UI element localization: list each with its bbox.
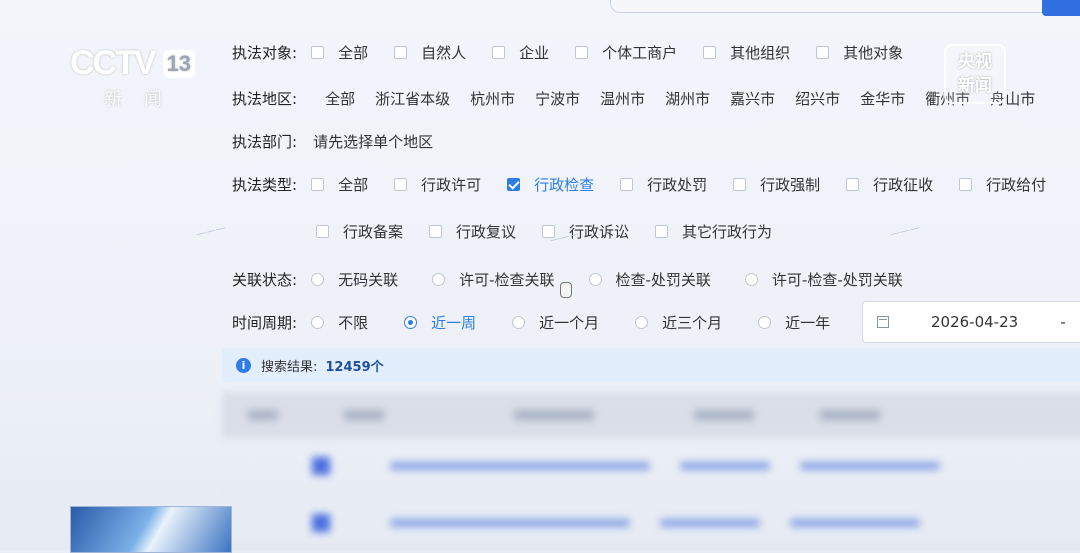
type-option-inspection[interactable]: 行政检查 <box>507 174 594 195</box>
radio-icon[interactable] <box>512 316 526 329</box>
checkbox-icon[interactable] <box>429 225 443 238</box>
region-option[interactable]: 宁波市 <box>535 88 580 109</box>
checkbox-icon[interactable] <box>846 178 860 191</box>
region-option[interactable]: 湖州市 <box>665 88 710 109</box>
period-option-unlimited[interactable]: 不限 <box>311 312 368 333</box>
region-option[interactable]: 金华市 <box>860 88 905 109</box>
radio-icon[interactable] <box>635 316 649 329</box>
target-option-other[interactable]: 其他对象 <box>816 42 903 63</box>
checkbox-icon[interactable] <box>959 178 973 191</box>
link-option-none[interactable]: 无码关联 <box>311 269 398 290</box>
checkbox-icon[interactable] <box>703 46 717 59</box>
cctv-logo: CCTV 13 新闻 <box>70 44 196 111</box>
target-option-person[interactable]: 自然人 <box>394 42 466 63</box>
type-option-review[interactable]: 行政复议 <box>429 221 516 242</box>
filter-target-label: 执法对象: <box>232 44 298 62</box>
filter-region-row: 执法地区: 全部 浙江省本级 杭州市 宁波市 温州市 湖州市 嘉兴市 绍兴市 金… <box>232 88 1055 109</box>
search-result-bar: i 搜索结果: 12459个 <box>222 348 1080 382</box>
filter-department-row: 执法部门: 请先选择单个地区 <box>232 131 433 152</box>
region-option[interactable]: 杭州市 <box>470 88 515 109</box>
radio-icon[interactable] <box>588 273 602 286</box>
radio-selected-icon[interactable] <box>404 316 418 329</box>
type-option-all[interactable]: 全部 <box>311 174 368 195</box>
filter-type-label: 执法类型: <box>232 176 298 194</box>
link-option-all-three[interactable]: 许可-检查-处罚关联 <box>744 269 903 290</box>
type-option-enforcement[interactable]: 行政强制 <box>733 174 820 195</box>
checkbox-icon[interactable] <box>620 178 634 191</box>
region-option[interactable]: 全部 <box>325 88 355 109</box>
radio-icon[interactable] <box>311 316 325 329</box>
type-option-other-action[interactable]: 其它行政行为 <box>655 221 772 242</box>
radio-icon[interactable] <box>311 273 325 286</box>
top-search-box[interactable] <box>610 0 1052 13</box>
filter-type-row: 执法类型: 全部 行政许可 行政检查 行政处罚 行政强制 行政征收 行政给付 <box>232 174 1072 195</box>
channel-sub: 新闻 <box>104 89 184 110</box>
target-option-all[interactable]: 全部 <box>311 42 368 63</box>
region-option[interactable]: 嘉兴市 <box>730 88 775 109</box>
checkbox-icon[interactable] <box>394 178 408 191</box>
radio-icon[interactable] <box>744 273 758 286</box>
checkbox-checked-icon[interactable] <box>507 178 521 191</box>
period-option-week[interactable]: 近一周 <box>404 312 476 333</box>
badge-line-2: 新闻 <box>958 76 992 96</box>
filter-link-status-row: 关联状态: 无码关联 许可-检查关联 检查-处罚关联 许可-检查-处罚关联 <box>232 269 929 290</box>
table-row[interactable] <box>222 495 1080 552</box>
checkbox-icon[interactable] <box>655 225 669 238</box>
checkbox-icon[interactable] <box>394 46 408 59</box>
calendar-icon <box>877 316 889 328</box>
result-label: 搜索结果: <box>261 359 318 375</box>
filter-region-label: 执法地区: <box>232 90 298 108</box>
type-option-penalty[interactable]: 行政处罚 <box>620 174 707 195</box>
filter-department-label: 执法部门: <box>232 133 298 151</box>
results-table <box>222 392 1080 552</box>
date-range-picker[interactable]: 2026-04-23 - <box>862 301 1080 343</box>
period-option-three-months[interactable]: 近三个月 <box>635 312 722 333</box>
checkbox-icon[interactable] <box>575 46 589 59</box>
period-option-year[interactable]: 近一年 <box>758 312 830 333</box>
checkbox-icon[interactable] <box>816 46 830 59</box>
link-option-inspection-penalty[interactable]: 检查-处罚关联 <box>588 269 711 290</box>
checkbox-icon[interactable] <box>733 178 747 191</box>
top-search-button[interactable] <box>1042 0 1080 16</box>
region-option[interactable]: 浙江省本级 <box>375 88 450 109</box>
date-separator: - <box>1060 313 1066 331</box>
table-row[interactable] <box>222 438 1080 495</box>
department-hint: 请先选择单个地区 <box>313 133 434 151</box>
checkbox-icon[interactable] <box>311 46 325 59</box>
region-option[interactable]: 绍兴市 <box>795 88 840 109</box>
channel-number: 13 <box>162 49 196 78</box>
filter-target-row: 执法对象: 全部 自然人 企业 个体工商户 其他组织 其他对象 <box>232 42 929 63</box>
filter-period-label: 时间周期: <box>232 314 298 332</box>
checkbox-icon[interactable] <box>316 225 329 238</box>
region-option[interactable]: 温州市 <box>600 88 645 109</box>
radio-icon[interactable] <box>432 273 446 286</box>
filter-period-row: 时间周期: 不限 近一周 近一个月 近三个月 近一年 <box>232 312 856 333</box>
badge-line-1: 央视 <box>958 52 992 72</box>
target-option-individual-business[interactable]: 个体工商户 <box>575 42 677 63</box>
radio-icon[interactable] <box>758 316 772 329</box>
type-option-filing[interactable]: 行政备案 <box>316 221 403 242</box>
date-start[interactable]: 2026-04-23 <box>931 313 1018 331</box>
cctv-news-badge: 央视 新闻 <box>944 44 1006 104</box>
filter-link-status-label: 关联状态: <box>232 271 298 289</box>
type-option-levy[interactable]: 行政征收 <box>846 174 933 195</box>
channel-logo-text: CCTV <box>70 44 157 82</box>
checkbox-icon[interactable] <box>492 46 506 59</box>
info-icon: i <box>236 357 251 373</box>
period-option-month[interactable]: 近一个月 <box>512 312 599 333</box>
mouse-cursor-icon <box>560 282 572 298</box>
checkbox-icon[interactable] <box>311 178 325 191</box>
broadcast-thumbnail <box>70 506 232 553</box>
target-option-enterprise[interactable]: 企业 <box>492 42 549 63</box>
type-option-permit[interactable]: 行政许可 <box>394 174 481 195</box>
result-count: 12459个 <box>325 359 384 375</box>
table-header <box>222 392 1080 438</box>
link-option-permit-inspection[interactable]: 许可-检查关联 <box>432 269 555 290</box>
type-option-payment[interactable]: 行政给付 <box>959 174 1046 195</box>
target-option-other-org[interactable]: 其他组织 <box>703 42 790 63</box>
